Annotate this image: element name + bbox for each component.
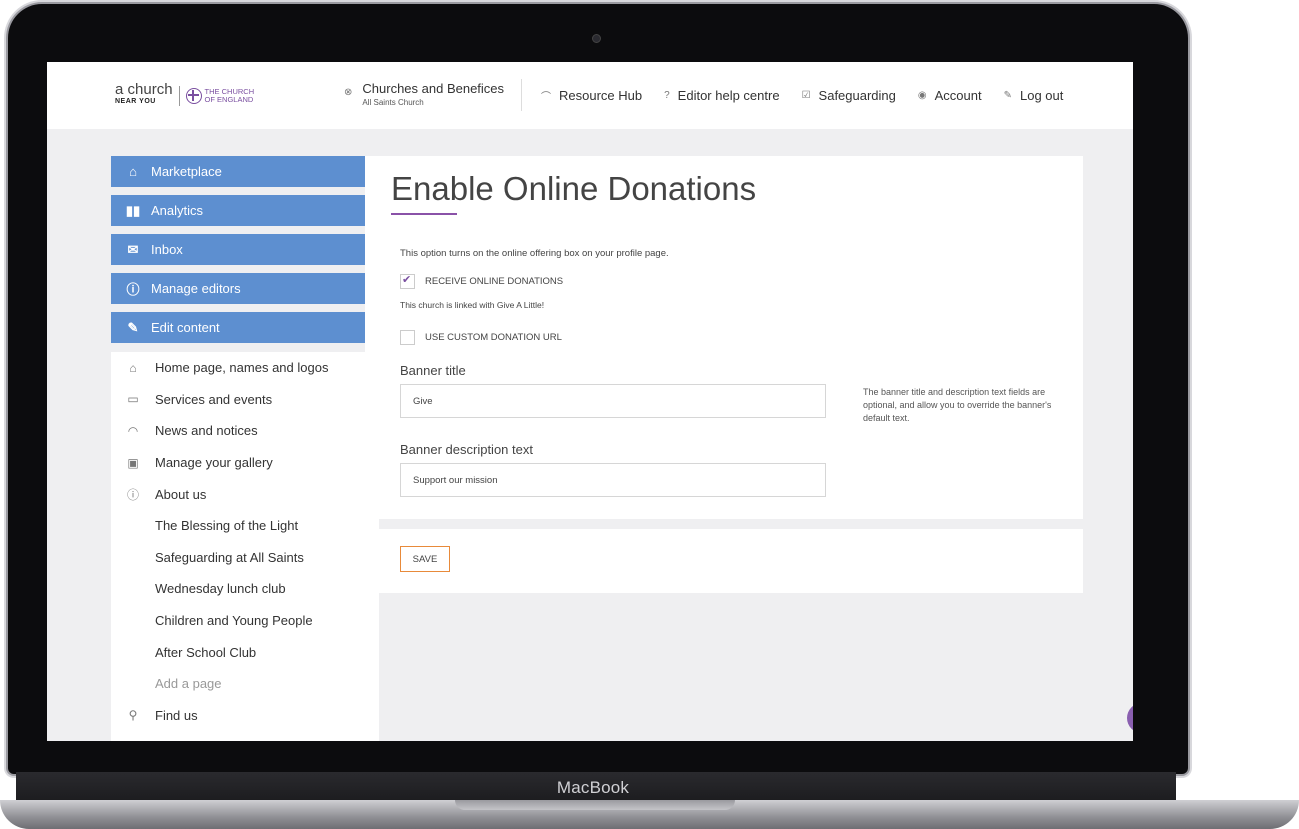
save-panel: SAVE bbox=[379, 529, 1083, 593]
nav-label: Safeguarding bbox=[818, 88, 896, 103]
calendar-icon: ▭ bbox=[127, 392, 139, 407]
page-link[interactable]: Wednesday lunch club bbox=[111, 573, 328, 605]
church-switch-icon: ⊗ bbox=[344, 87, 353, 98]
banner-title-label: Banner title bbox=[400, 363, 466, 378]
donations-form-panel: Enable Online Donations This option turn… bbox=[379, 156, 1083, 519]
section-gallery[interactable]: ▣ Manage your gallery bbox=[111, 447, 328, 479]
banner-help-text: The banner title and description text fi… bbox=[863, 387, 1052, 423]
home-icon: ⌂ bbox=[129, 360, 137, 375]
section-label: Find us bbox=[155, 707, 198, 723]
church-selector[interactable]: ⊗ Churches and Benefices All Saints Chur… bbox=[344, 81, 504, 107]
nav-label: Account bbox=[934, 88, 982, 103]
logo-divider bbox=[178, 86, 180, 106]
section-label: News and notices bbox=[155, 423, 258, 439]
resource-hub-icon: ⌒ bbox=[541, 92, 551, 103]
sidebar-item-label: Inbox bbox=[151, 242, 183, 257]
nav-divider bbox=[521, 79, 522, 111]
wrench-icon: ✎ bbox=[1003, 90, 1012, 101]
sidebar-item-label: Manage editors bbox=[151, 281, 241, 296]
receive-donations-label: RECEIVE ONLINE DONATIONS bbox=[425, 276, 564, 287]
section-news-notices[interactable]: ◠ News and notices bbox=[111, 415, 328, 447]
nav-label: Resource Hub bbox=[559, 88, 643, 103]
page-link[interactable]: After School Club bbox=[111, 636, 328, 668]
page-title: Enable Online Donations bbox=[391, 170, 757, 207]
coe-logo: THE CHURCH OF ENGLAND bbox=[185, 87, 257, 104]
section-label: About us bbox=[155, 486, 207, 502]
section-services-events[interactable]: ▭ Services and events bbox=[111, 384, 328, 416]
banner-description-input[interactable]: Support our mission bbox=[400, 463, 826, 497]
nav-editor-help[interactable]: ? Editor help centre bbox=[664, 88, 779, 103]
sidebar-item-analytics[interactable]: ▮▮ Analytics bbox=[111, 195, 365, 226]
logo-wordmark: a church NEAR YOU bbox=[115, 82, 173, 108]
checkbox-icon: ☑ bbox=[801, 90, 811, 101]
section-about-us[interactable]: ⓘ About us bbox=[111, 478, 328, 510]
coe-label: THE CHURCH OF ENGLAND bbox=[204, 87, 255, 104]
title-underline bbox=[391, 213, 457, 215]
custom-url-label: USE CUSTOM DONATION URL bbox=[425, 332, 562, 343]
sidebar-item-marketplace[interactable]: ⌂ Marketplace bbox=[111, 156, 365, 187]
sidebar-item-edit-content[interactable]: ✎ Edit content bbox=[111, 312, 365, 343]
section-label: Services and events bbox=[155, 391, 273, 407]
nav-label: Log out bbox=[1020, 88, 1064, 103]
screen: a church NEAR YOU THE CHURCH OF ENGLAND … bbox=[47, 62, 1133, 741]
info-icon: ⓘ bbox=[126, 487, 139, 502]
coe-cross-icon bbox=[185, 88, 202, 104]
pencil-icon: ✎ bbox=[127, 319, 139, 335]
page-link[interactable]: Safeguarding at All Saints bbox=[111, 542, 328, 574]
nav-label: Editor help centre bbox=[677, 88, 780, 103]
receive-donations-option[interactable]: RECEIVE ONLINE DONATIONS bbox=[400, 273, 564, 289]
gallery-icon: ▣ bbox=[127, 455, 139, 470]
banner-description-label: Banner description text bbox=[400, 442, 533, 457]
camera-dot bbox=[592, 34, 601, 43]
top-navigation: a church NEAR YOU THE CHURCH OF ENGLAND … bbox=[47, 62, 1133, 129]
linked-status-text: This church is linked with Give A Little… bbox=[400, 300, 545, 310]
sidebar-item-label: Edit content bbox=[151, 320, 220, 335]
sidebar-item-inbox[interactable]: ✉ Inbox bbox=[111, 234, 365, 265]
nav-account[interactable]: ◉ Account bbox=[918, 88, 982, 103]
custom-url-option[interactable]: USE CUSTOM DONATION URL bbox=[400, 330, 562, 345]
receive-donations-checkbox[interactable] bbox=[400, 273, 415, 289]
save-button[interactable]: SAVE bbox=[400, 546, 450, 572]
sidebar-item-label: Analytics bbox=[151, 203, 204, 218]
account-icon: ◉ bbox=[917, 90, 927, 101]
chat-widget-tab[interactable] bbox=[1127, 703, 1133, 733]
header-nav: ⌒ Resource Hub ? Editor help centre ☑ Safeg… bbox=[541, 88, 1063, 103]
info-circle-icon: ⓘ bbox=[126, 282, 140, 297]
nav-resource-hub[interactable]: ⌒ Resource Hub bbox=[541, 88, 642, 103]
location-pin-icon: ⚲ bbox=[128, 708, 138, 723]
banner-title-input[interactable]: Give bbox=[400, 384, 826, 418]
site-logo[interactable]: a church NEAR YOU THE CHURCH OF ENGLAND bbox=[115, 82, 257, 108]
sidebar-item-label: Marketplace bbox=[151, 164, 222, 179]
bar-chart-icon: ▮▮ bbox=[125, 202, 141, 218]
help-icon: ? bbox=[664, 90, 670, 101]
page-link[interactable]: The Blessing of the Light bbox=[111, 510, 328, 542]
envelope-icon: ✉ bbox=[127, 241, 139, 257]
sidebar-gutter bbox=[365, 156, 379, 741]
laptop-brand-label: MacBook bbox=[556, 778, 630, 797]
laptop-notch bbox=[455, 800, 735, 810]
custom-url-checkbox[interactable] bbox=[400, 330, 415, 345]
section-label: Home page, names and logos bbox=[155, 360, 329, 376]
church-selector-title: Churches and Benefices bbox=[362, 81, 505, 96]
sidebar-item-manage-editors[interactable]: ⓘ Manage editors bbox=[111, 273, 365, 304]
sidebar-menu: ⌂ Marketplace ▮▮ Analytics ✉ Inbox ⓘ Manage … bbox=[111, 156, 365, 351]
content-sections: ⌂ Home page, names and logos ▭ Services an… bbox=[111, 352, 328, 731]
page-link[interactable]: Children and Young People bbox=[111, 605, 328, 637]
church-selector-subtitle: All Saints Church bbox=[362, 98, 424, 107]
add-page-link[interactable]: Add a page bbox=[111, 668, 328, 700]
broadcast-icon: ◠ bbox=[127, 423, 139, 438]
basket-icon: ⌂ bbox=[129, 164, 137, 179]
section-home-page[interactable]: ⌂ Home page, names and logos bbox=[111, 352, 328, 384]
section-find-us[interactable]: ⚲ Find us bbox=[111, 700, 328, 732]
intro-text: This option turns on the online offering… bbox=[400, 248, 669, 259]
nav-log-out[interactable]: ✎ Log out bbox=[1004, 88, 1064, 103]
nav-safeguarding[interactable]: ☑ Safeguarding bbox=[802, 88, 896, 103]
section-label: Manage your gallery bbox=[155, 455, 273, 471]
